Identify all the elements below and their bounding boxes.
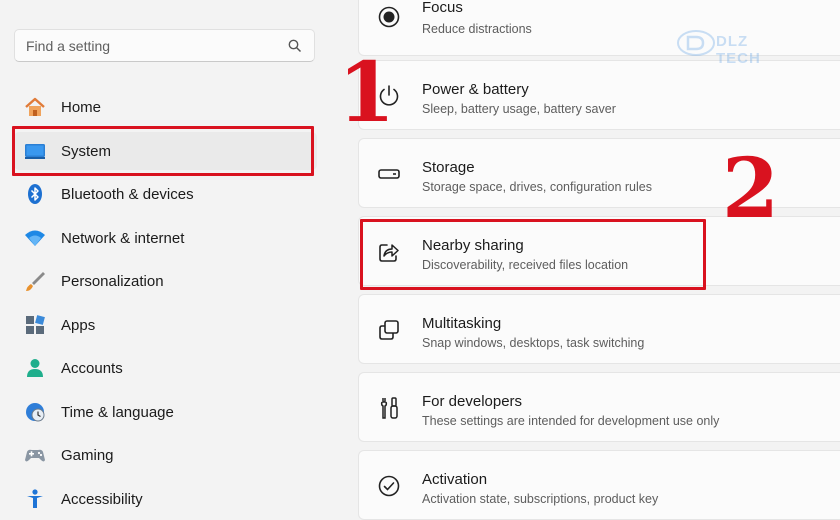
apps-icon xyxy=(26,315,45,334)
bluetooth-icon xyxy=(28,184,42,204)
focus-icon xyxy=(378,6,400,28)
card-title: Power & battery xyxy=(422,81,529,98)
multitasking-icon xyxy=(379,320,399,340)
sidebar-item-label: Home xyxy=(61,99,102,116)
card-subtitle: Reduce distractions xyxy=(422,22,532,36)
settings-card-power-battery[interactable]: Power & battery Sleep, battery usage, ba… xyxy=(358,60,840,130)
sidebar-item-apps[interactable]: Apps xyxy=(14,306,317,344)
brush-icon xyxy=(26,272,45,291)
sidebar-item-label: Personalization xyxy=(61,273,164,290)
card-subtitle: These settings are intended for developm… xyxy=(422,414,720,428)
card-subtitle: Sleep, battery usage, battery saver xyxy=(422,102,616,116)
step-number-2: 2 xyxy=(722,141,780,237)
sidebar-item-home[interactable]: Home xyxy=(14,88,317,126)
settings-card-for-developers[interactable]: For developers These settings are intend… xyxy=(358,372,840,442)
developer-tools-icon xyxy=(380,397,398,419)
sidebar-item-accessibility[interactable]: Accessibility xyxy=(14,480,317,518)
watermark-logo: DLZ TECH xyxy=(672,28,797,67)
settings-card-multitasking[interactable]: Multitasking Snap windows, desktops, tas… xyxy=(358,294,840,364)
sidebar-item-time-language[interactable]: Time & language xyxy=(14,393,317,431)
card-title: Storage xyxy=(422,159,475,176)
clock-globe-icon xyxy=(26,403,45,422)
card-subtitle: Activation state, subscriptions, product… xyxy=(422,492,659,506)
storage-icon xyxy=(378,169,400,179)
search-icon xyxy=(288,39,302,53)
sidebar-item-label: Accounts xyxy=(61,360,123,377)
home-icon xyxy=(25,97,45,116)
card-title: Activation xyxy=(422,471,488,488)
sidebar-item-gaming[interactable]: Gaming xyxy=(14,436,317,474)
card-title: For developers xyxy=(422,393,523,410)
card-subtitle: Snap windows, desktops, task switching xyxy=(422,336,645,350)
sidebar-item-label: Apps xyxy=(61,317,96,334)
sidebar-item-label: Bluetooth & devices xyxy=(61,186,194,203)
search-input[interactable]: Find a setting xyxy=(26,38,110,54)
watermark-emblem-icon xyxy=(677,30,715,56)
sidebar-item-accounts[interactable]: Accounts xyxy=(14,349,317,387)
sidebar-item-label: Time & language xyxy=(61,404,174,421)
sidebar-item-label: Network & internet xyxy=(61,230,185,247)
card-subtitle: Storage space, drives, configuration rul… xyxy=(422,180,652,194)
accessibility-icon xyxy=(27,489,43,508)
wifi-icon xyxy=(25,230,45,246)
sidebar-item-network[interactable]: Network & internet xyxy=(14,219,317,257)
highlight-box-system xyxy=(12,126,314,176)
highlight-box-nearby-sharing xyxy=(360,219,706,290)
settings-card-activation[interactable]: Activation Activation state, subscriptio… xyxy=(358,450,840,520)
sidebar-item-label: Gaming xyxy=(61,447,114,464)
sidebar-item-personalization[interactable]: Personalization xyxy=(14,262,317,300)
sidebar: Find a setting Home System Bluetooth & d… xyxy=(0,0,340,508)
watermark-text: DLZ TECH xyxy=(716,33,761,67)
activation-icon xyxy=(378,475,400,497)
gamepad-icon xyxy=(25,449,45,462)
card-title: Focus xyxy=(422,0,463,16)
person-icon xyxy=(27,359,43,377)
card-title: Multitasking xyxy=(422,315,502,332)
sidebar-item-bluetooth[interactable]: Bluetooth & devices xyxy=(14,175,317,213)
search-box[interactable]: Find a setting xyxy=(14,29,315,62)
step-number-1: 1 xyxy=(338,45,396,141)
